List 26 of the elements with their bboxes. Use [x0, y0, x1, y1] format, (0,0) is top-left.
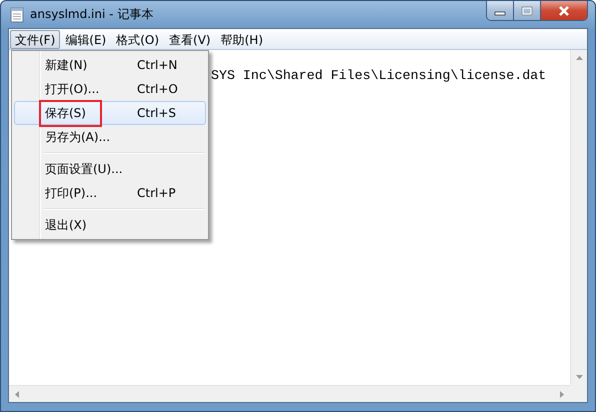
menu-bar-item[interactable]: 查看(V): [164, 30, 216, 48]
horizontal-scrollbar[interactable]: [9, 385, 570, 402]
menu-bar-item[interactable]: 帮助(H): [216, 30, 268, 48]
scroll-up-icon: [576, 56, 582, 60]
menu-item[interactable]: 退出(X): [14, 213, 206, 237]
menu-item[interactable]: 打开(O)... Ctrl+O: [14, 77, 206, 101]
menu-bar-item[interactable]: 文件(F): [10, 30, 60, 48]
text-line: SYS Inc\Shared Files\Licensing\license.dat: [211, 68, 546, 83]
scroll-left-icon: [15, 390, 19, 398]
maximize-icon: [521, 6, 533, 16]
scroll-right-icon: [560, 390, 564, 398]
menu-item[interactable]: 页面设置(U)...: [14, 157, 206, 181]
menu-item[interactable]: 打印(P)... Ctrl+P: [14, 181, 206, 205]
minimize-button[interactable]: [487, 1, 514, 20]
menu-item[interactable]: 保存(S) Ctrl+S: [14, 101, 206, 125]
scroll-down-icon: [576, 375, 582, 379]
menu-bar-item[interactable]: 格式(O): [111, 30, 164, 48]
menu-bar-item[interactable]: 编辑(E): [60, 30, 112, 48]
menu-item[interactable]: 另存为(A)...: [14, 125, 206, 149]
vertical-scrollbar[interactable]: [570, 50, 587, 385]
maximize-button[interactable]: [514, 1, 541, 20]
notepad-icon: [10, 6, 24, 22]
menu-item[interactable]: 新建(N) Ctrl+N: [14, 53, 206, 77]
close-button[interactable]: [541, 1, 587, 20]
window-title: ansyslmd.ini - 记事本: [30, 6, 154, 23]
close-icon: [557, 6, 571, 16]
